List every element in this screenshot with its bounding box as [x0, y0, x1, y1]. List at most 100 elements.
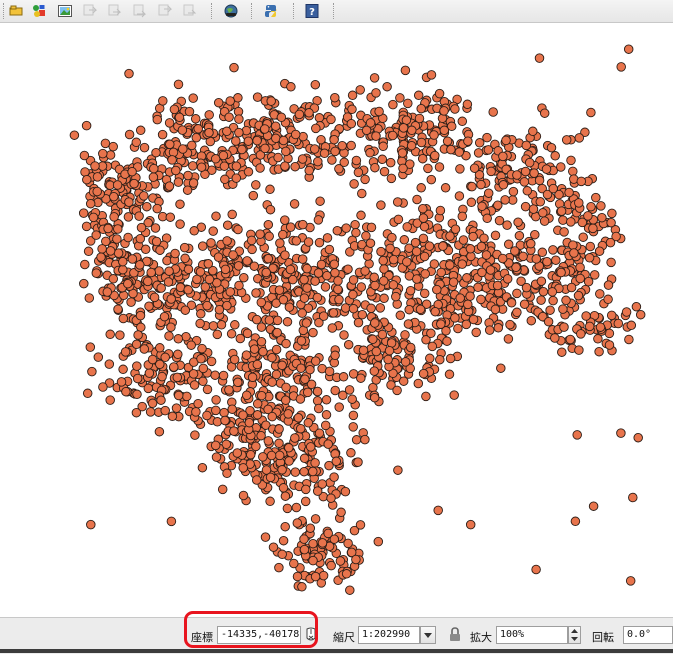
point-feature — [243, 136, 254, 146]
point-feature — [419, 251, 430, 262]
point-feature — [83, 246, 94, 257]
plugins-toolbar: ? — [0, 0, 673, 23]
help-button[interactable]: ? — [303, 2, 321, 20]
point-feature — [355, 520, 366, 530]
point-feature — [397, 148, 408, 158]
scale-combobox[interactable]: 1:202990 — [358, 626, 420, 644]
point-feature — [548, 183, 558, 194]
point-feature — [313, 156, 323, 167]
scale-dropdown-button[interactable] — [420, 626, 436, 644]
point-feature — [169, 362, 179, 372]
point-feature — [284, 302, 295, 312]
point-feature — [524, 157, 535, 168]
point-feature — [492, 280, 503, 291]
point-feature — [197, 462, 208, 473]
point-feature — [170, 248, 180, 259]
point-feature — [435, 354, 445, 365]
point-feature — [561, 135, 572, 145]
point-feature — [330, 268, 340, 278]
point-feature — [503, 239, 514, 250]
point-feature — [576, 176, 587, 187]
point-feature — [558, 304, 568, 314]
point-feature — [430, 150, 440, 161]
point-feature — [134, 211, 144, 221]
point-feature — [624, 334, 634, 345]
point-feature — [505, 319, 515, 330]
point-feature — [317, 538, 328, 548]
toggle-extents-button[interactable] — [304, 627, 318, 643]
point-feature — [191, 407, 201, 417]
point-feature — [210, 440, 221, 451]
magnifier-field[interactable]: 100% — [496, 626, 568, 644]
point-feature — [349, 179, 359, 189]
python-console-button[interactable] — [262, 2, 280, 20]
point-feature — [143, 276, 153, 287]
plugin-tool-1-button[interactable] — [81, 2, 99, 20]
point-feature — [136, 222, 147, 233]
globe-plugin-button[interactable] — [222, 2, 240, 20]
plugin-tool-3-button[interactable] — [131, 2, 149, 20]
point-feature — [330, 146, 340, 157]
point-feature — [87, 366, 97, 377]
point-feature — [473, 148, 484, 158]
map-canvas[interactable] — [0, 23, 673, 617]
point-feature — [595, 289, 605, 299]
point-feature — [338, 372, 349, 382]
coordinate-field[interactable]: -14335,-40178 — [217, 626, 301, 644]
point-feature — [314, 113, 325, 123]
point-feature — [265, 472, 276, 483]
point-feature — [502, 274, 513, 284]
symbology-button[interactable] — [30, 2, 48, 20]
point-feature — [171, 403, 182, 413]
point-feature — [405, 285, 416, 296]
point-feature — [261, 267, 271, 278]
point-feature — [474, 138, 485, 148]
point-feature — [88, 212, 99, 223]
point-feature — [360, 174, 370, 185]
point-feature — [293, 413, 304, 423]
plugin-tool-5-button[interactable] — [181, 2, 199, 20]
point-feature — [283, 409, 293, 419]
point-feature — [299, 534, 309, 544]
point-feature — [233, 377, 243, 388]
point-feature — [566, 155, 576, 166]
rotation-field[interactable]: 0.0° — [623, 626, 673, 644]
plugin-tool-3-icon — [133, 4, 147, 18]
point-feature — [278, 135, 289, 146]
point-feature — [508, 186, 519, 197]
point-feature — [315, 196, 325, 206]
point-feature — [268, 542, 279, 552]
point-feature — [402, 257, 412, 267]
magnifier-spinner[interactable] — [568, 626, 581, 644]
image-layer-button[interactable] — [56, 2, 74, 20]
point-feature — [423, 163, 433, 174]
open-layer-button[interactable] — [7, 2, 25, 20]
point-feature — [416, 103, 426, 114]
point-feature — [180, 253, 190, 264]
point-feature — [353, 167, 364, 178]
point-feature — [193, 124, 203, 134]
point-feature — [290, 433, 300, 443]
plugin-tool-2-button[interactable] — [106, 2, 124, 20]
point-feature — [550, 333, 560, 343]
point-feature — [356, 282, 367, 292]
point-feature — [385, 243, 395, 254]
point-feature — [274, 562, 284, 573]
plugin-tool-4-button[interactable] — [156, 2, 174, 20]
point-feature — [232, 448, 243, 458]
point-feature — [465, 244, 476, 254]
point-feature — [341, 569, 352, 579]
point-feature — [357, 188, 367, 199]
point-feature — [476, 241, 487, 252]
point-feature — [426, 70, 437, 80]
point-feature — [585, 241, 596, 252]
point-feature — [348, 275, 359, 285]
point-feature — [584, 321, 595, 332]
point-feature — [461, 319, 472, 330]
lock-scale-button[interactable] — [449, 627, 461, 642]
point-feature — [313, 403, 324, 414]
point-feature — [297, 308, 307, 318]
point-feature — [520, 166, 531, 177]
point-feature — [334, 294, 344, 305]
point-feature — [241, 390, 252, 401]
